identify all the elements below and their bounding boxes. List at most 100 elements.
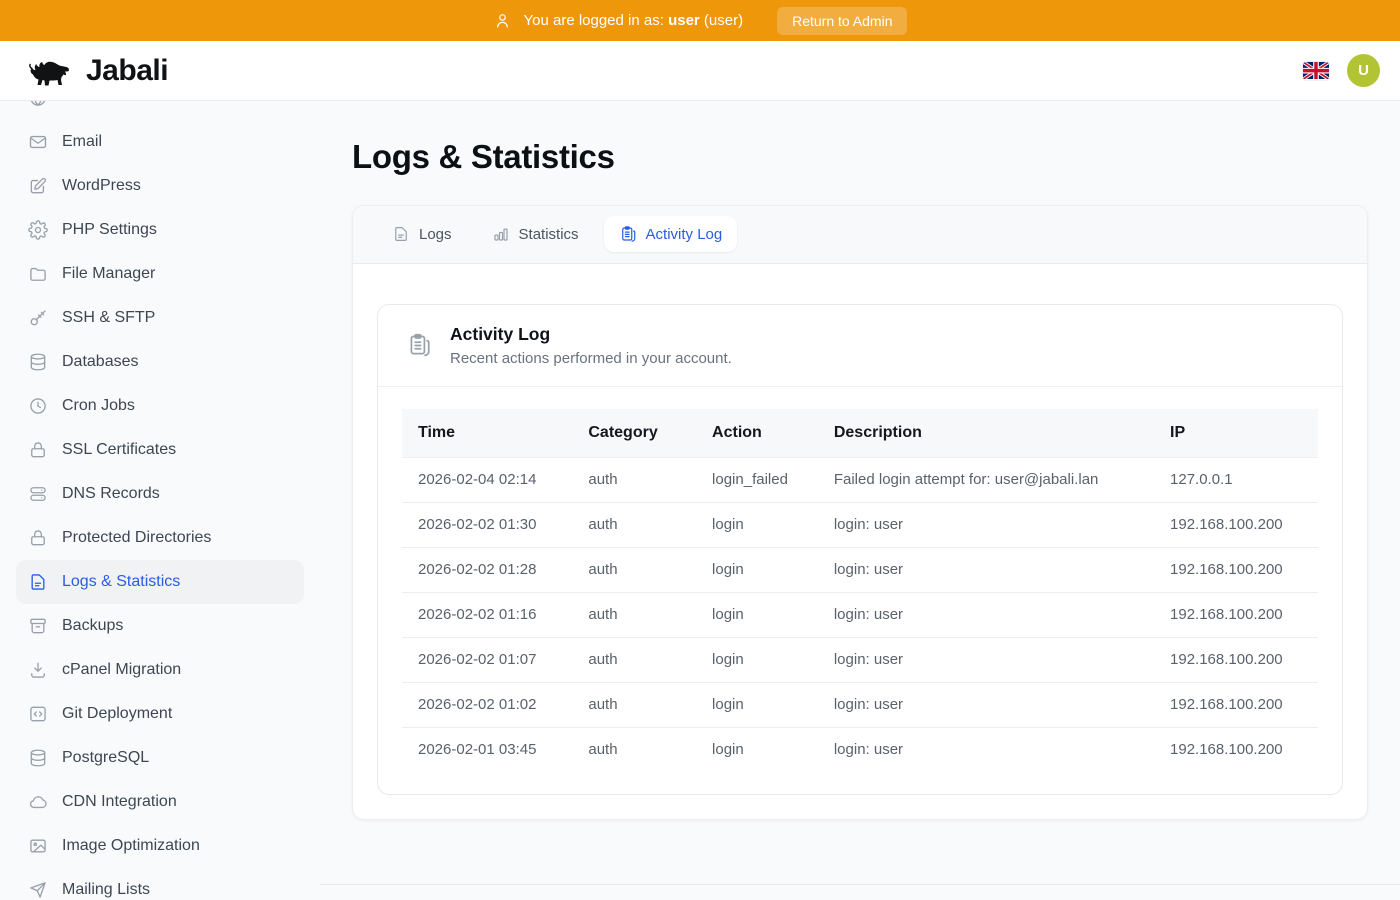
table-cell: login	[696, 547, 818, 592]
file-text-icon	[28, 572, 48, 592]
activity-log-table: TimeCategoryActionDescriptionIP 2026-02-…	[402, 409, 1318, 772]
sidebar-item-email[interactable]: Email	[16, 120, 304, 164]
sidebar-item-file-manager[interactable]: File Manager	[16, 252, 304, 296]
table-cell: 192.168.100.200	[1154, 637, 1318, 682]
table-cell: 192.168.100.200	[1154, 592, 1318, 637]
tab-label: Logs	[419, 226, 452, 243]
edit-icon	[28, 176, 48, 196]
sidebar-item-ssl-certificates[interactable]: SSL Certificates	[16, 428, 304, 472]
table-cell: 2026-02-04 02:14	[402, 457, 572, 502]
clock-icon	[28, 396, 48, 416]
table-cell: 192.168.100.200	[1154, 547, 1318, 592]
sidebar-item-postgresql[interactable]: PostgreSQL	[16, 736, 304, 780]
table-cell: login: user	[818, 682, 1154, 727]
site-header: Jabali U	[0, 41, 1400, 101]
tab-activity-log[interactable]: Activity Log	[604, 216, 738, 252]
sidebar-item-backups[interactable]: Backups	[16, 604, 304, 648]
sidebar-item-git-deployment[interactable]: Git Deployment	[16, 692, 304, 736]
tab-statistics[interactable]: Statistics	[477, 216, 594, 252]
sidebar-item-cpanel-migration[interactable]: cPanel Migration	[16, 648, 304, 692]
gear-icon	[28, 220, 48, 240]
table-cell: login	[696, 502, 818, 547]
impersonation-topbar: You are logged in as: user (user) Return…	[0, 0, 1400, 41]
column-header-ip: IP	[1154, 409, 1318, 458]
sidebar-item-mailing-lists[interactable]: Mailing Lists	[16, 868, 304, 900]
table-cell: auth	[572, 637, 696, 682]
table-cell: auth	[572, 457, 696, 502]
lock-icon	[28, 440, 48, 460]
table-cell: login: user	[818, 502, 1154, 547]
table-row: 2026-02-02 01:16authloginlogin: user192.…	[402, 592, 1318, 637]
sidebar-item-databases[interactable]: Databases	[16, 340, 304, 384]
sidebar-item-image-optimization[interactable]: Image Optimization	[16, 824, 304, 868]
sidebar-item-label: SSL Certificates	[62, 441, 176, 459]
tab-label: Statistics	[519, 226, 579, 243]
folder-icon	[28, 264, 48, 284]
lock-icon	[28, 528, 48, 548]
table-cell: login: user	[818, 592, 1154, 637]
table-cell: 2026-02-02 01:07	[402, 637, 572, 682]
table-cell: 192.168.100.200	[1154, 727, 1318, 772]
tab-label: Activity Log	[646, 226, 723, 243]
sidebar-item-cdn-integration[interactable]: CDN Integration	[16, 780, 304, 824]
column-header-description: Description	[818, 409, 1154, 458]
table-cell: 2026-02-02 01:28	[402, 547, 572, 592]
column-header-category: Category	[572, 409, 696, 458]
sidebar-item-label: PostgreSQL	[62, 749, 149, 767]
sidebar-item-cron-jobs[interactable]: Cron Jobs	[16, 384, 304, 428]
sidebar-nav: Email WordPressPHP Settings File Manager SS…	[0, 101, 320, 900]
table-cell: login_failed	[696, 457, 818, 502]
boar-logo-icon	[28, 53, 78, 89]
server-icon	[28, 484, 48, 504]
table-cell: 2026-02-02 01:16	[402, 592, 572, 637]
table-row: 2026-02-02 01:02authloginlogin: user192.…	[402, 682, 1318, 727]
table-row: 2026-02-02 01:07authloginlogin: user192.…	[402, 637, 1318, 682]
uk-flag-icon[interactable]	[1303, 62, 1329, 80]
sidebar-item-logs-statistics[interactable]: Logs & Statistics	[16, 560, 304, 604]
sidebar-item-protected-directories[interactable]: Protected Directories	[16, 516, 304, 560]
sidebar-item-label: DNS Records	[62, 485, 160, 503]
table-header-row: TimeCategoryActionDescriptionIP	[402, 409, 1318, 458]
activity-log-card-header: Activity Log Recent actions performed in…	[378, 305, 1342, 387]
column-header-action: Action	[696, 409, 818, 458]
logged-in-username: user	[668, 12, 700, 29]
table-cell: login	[696, 727, 818, 772]
code-icon	[28, 704, 48, 724]
clipboard-icon	[406, 332, 432, 358]
sidebar-item-php-settings[interactable]: PHP Settings	[16, 208, 304, 252]
file-text-icon	[392, 225, 410, 243]
tab-strip: Logs Statistics Activity Log	[353, 206, 1367, 264]
footer-divider	[320, 884, 1400, 885]
sidebar-item-label: cPanel Migration	[62, 661, 181, 679]
sidebar-item-label: File Manager	[62, 265, 155, 283]
sidebar-item-label: Image Optimization	[62, 837, 200, 855]
table-cell: login	[696, 637, 818, 682]
user-icon	[493, 11, 512, 30]
table-row: 2026-02-02 01:30authloginlogin: user192.…	[402, 502, 1318, 547]
table-cell: auth	[572, 727, 696, 772]
sidebar-item-label: Email	[62, 133, 102, 151]
logged-in-text: You are logged in as: user (user)	[524, 12, 744, 29]
database-icon	[28, 352, 48, 372]
envelope-icon	[28, 132, 48, 152]
return-to-admin-button[interactable]: Return to Admin	[777, 7, 907, 35]
table-cell: auth	[572, 682, 696, 727]
table-body: 2026-02-04 02:14authlogin_failedFailed l…	[402, 457, 1318, 772]
tab-logs[interactable]: Logs	[377, 216, 467, 252]
table-cell: login	[696, 592, 818, 637]
download-icon	[28, 660, 48, 680]
bar-chart-icon	[492, 225, 510, 243]
sidebar-item-wordpress[interactable]: WordPress	[16, 164, 304, 208]
sidebar-item-label: CDN Integration	[62, 793, 177, 811]
avatar[interactable]: U	[1347, 54, 1380, 87]
table-row: 2026-02-01 03:45authloginlogin: user192.…	[402, 727, 1318, 772]
activity-log-card: Activity Log Recent actions performed in…	[377, 304, 1343, 795]
sidebar-item-label: Protected Directories	[62, 529, 211, 547]
sidebar-item-label: Cron Jobs	[62, 397, 135, 415]
sidebar-item-label: SSH & SFTP	[62, 309, 155, 327]
sidebar-item-ssh-sftp[interactable]: SSH & SFTP	[16, 296, 304, 340]
sidebar-item-dns-records[interactable]: DNS Records	[16, 472, 304, 516]
brand[interactable]: Jabali	[28, 53, 168, 89]
table-cell: auth	[572, 502, 696, 547]
table-cell: 2026-02-02 01:02	[402, 682, 572, 727]
